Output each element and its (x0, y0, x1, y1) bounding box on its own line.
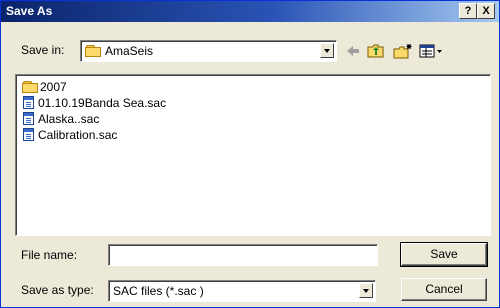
file-name-label: File name: (21, 248, 78, 262)
list-item-label: Alaska..sac (38, 112, 100, 126)
help-button[interactable]: ? (459, 3, 477, 19)
new-folder-icon[interactable] (393, 43, 413, 61)
view-menu-icon[interactable] (419, 43, 445, 61)
save-in-label: Save in: (21, 43, 65, 57)
chevron-down-icon[interactable] (359, 283, 373, 298)
window-title: Save As (6, 4, 53, 18)
sac-file-icon (23, 128, 34, 141)
save-in-dropdown[interactable]: AmaSeis (80, 40, 337, 62)
save-type-dropdown[interactable]: SAC files (*.sac ) (108, 280, 376, 302)
close-button[interactable]: X (477, 3, 495, 19)
list-item-label: 01.10.19Banda Sea.sac (38, 96, 167, 110)
save-type-label: Save as type: (21, 283, 94, 297)
up-folder-icon[interactable] (367, 43, 385, 61)
save-button[interactable]: Save (400, 242, 488, 267)
folder-icon (22, 81, 38, 93)
save-as-dialog: Save As ? X Save in: AmaSeis 2007 01.10.… (0, 0, 500, 308)
title-bar[interactable]: Save As ? X (1, 1, 499, 22)
folder-icon (85, 45, 101, 57)
back-arrow-icon[interactable] (345, 43, 361, 61)
save-type-value: SAC files (*.sac ) (113, 284, 204, 298)
list-item-label: Calibration.sac (38, 128, 118, 142)
sac-file-icon (23, 96, 34, 109)
cancel-button[interactable]: Cancel (401, 278, 487, 301)
list-item-label: 2007 (40, 80, 67, 94)
file-list[interactable]: 2007 01.10.19Banda Sea.sac Alaska..sac C… (15, 74, 491, 236)
save-in-value: AmaSeis (105, 44, 154, 58)
file-name-field[interactable] (108, 244, 378, 266)
chevron-down-icon[interactable] (320, 43, 334, 58)
sac-file-icon (23, 112, 34, 125)
